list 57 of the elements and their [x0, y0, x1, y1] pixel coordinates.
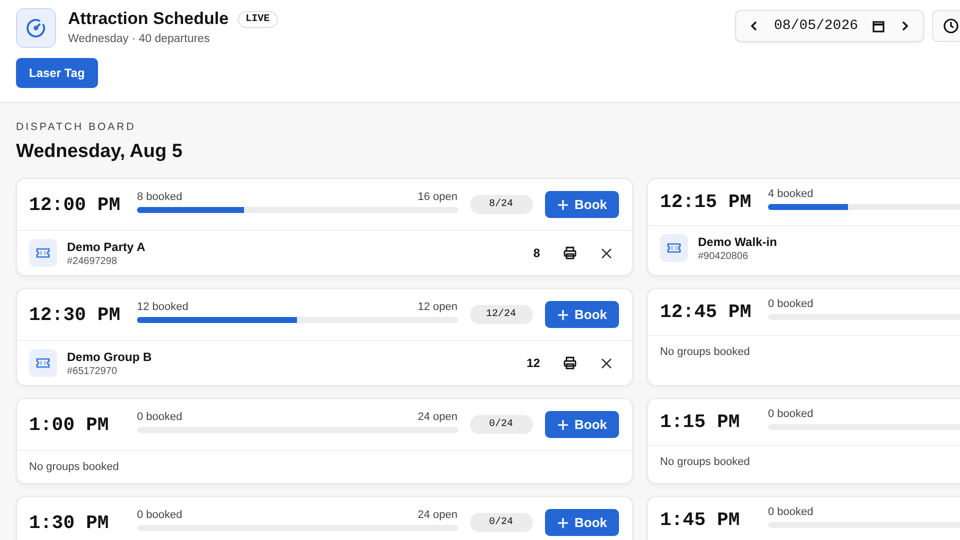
live-badge: LIVE	[238, 10, 278, 28]
guest-count: 12	[526, 356, 540, 370]
section-label: DISPATCH BOARD	[16, 121, 137, 133]
capacity-pill: 0/24	[470, 415, 532, 434]
booked-count: 0 booked	[768, 408, 814, 420]
plus-icon[interactable]	[556, 308, 568, 320]
slot-time: 12:30 PM	[29, 304, 122, 326]
plus-icon[interactable]	[556, 418, 568, 430]
booked-count: 12 booked	[137, 300, 188, 312]
open-count: 24 open	[418, 508, 458, 520]
booked-count: 0 booked	[137, 508, 182, 520]
book-button[interactable]: Book	[544, 301, 619, 328]
slot-time: 12:15 PM	[660, 191, 752, 213]
plus-icon[interactable]	[556, 516, 568, 528]
slot-time: 1:00 PM	[29, 414, 110, 436]
ticket-icon	[660, 234, 688, 262]
empty-message: No groups booked	[660, 345, 751, 360]
calendar-icon[interactable]	[872, 20, 885, 32]
group-reference: #65172970	[67, 366, 118, 376]
booked-count: 0 booked	[768, 506, 814, 518]
booked-count: 0 booked	[768, 298, 814, 310]
group-name: Demo Party A	[67, 240, 146, 254]
book-button[interactable]: Book	[544, 509, 619, 536]
open-count: 24 open	[418, 410, 458, 422]
capacity-pill: 12/24	[470, 305, 532, 324]
plus-icon[interactable]	[556, 198, 568, 210]
page-subtitle: Wednesday · 40 departures	[68, 33, 211, 45]
date-picker[interactable]: 08/05/2026	[734, 10, 924, 42]
capacity-pill: 0/24	[470, 513, 532, 532]
book-button[interactable]: Book	[544, 191, 619, 218]
group-reference: #24697298	[67, 256, 118, 266]
slot-time: 12:45 PM	[660, 301, 752, 323]
empty-message: No groups booked	[660, 455, 751, 470]
gauge-icon	[16, 8, 56, 48]
open-count: 12 open	[418, 300, 458, 312]
slot-time: 1:15 PM	[660, 411, 741, 433]
booked-count: 8 booked	[137, 190, 182, 202]
slot-time: 1:45 PM	[660, 509, 741, 531]
guest-count: 8	[533, 246, 540, 260]
attraction-button[interactable]: Laser Tag	[16, 58, 98, 88]
booked-count: 0 booked	[137, 410, 182, 422]
clock-icon[interactable]	[943, 18, 959, 34]
booked-count: 4 booked	[768, 188, 814, 200]
date-field[interactable]: 08/05/2026	[774, 18, 858, 34]
page-title: Attraction Schedule	[68, 9, 229, 29]
group-name: Demo Group B	[67, 350, 153, 364]
open-count: 16 open	[418, 190, 458, 202]
board-heading: Wednesday, Aug 5	[16, 141, 184, 163]
ticket-icon	[29, 239, 57, 267]
book-button[interactable]: Book	[544, 411, 619, 438]
group-reference: #90420806	[698, 250, 750, 262]
slot-time: 1:30 PM	[29, 512, 110, 534]
empty-message: No groups booked	[29, 460, 120, 475]
ticket-icon	[29, 349, 57, 377]
capacity-pill: 8/24	[470, 195, 532, 214]
slot-time: 12:00 PM	[29, 194, 122, 216]
group-name: Demo Walk-in	[698, 234, 778, 248]
